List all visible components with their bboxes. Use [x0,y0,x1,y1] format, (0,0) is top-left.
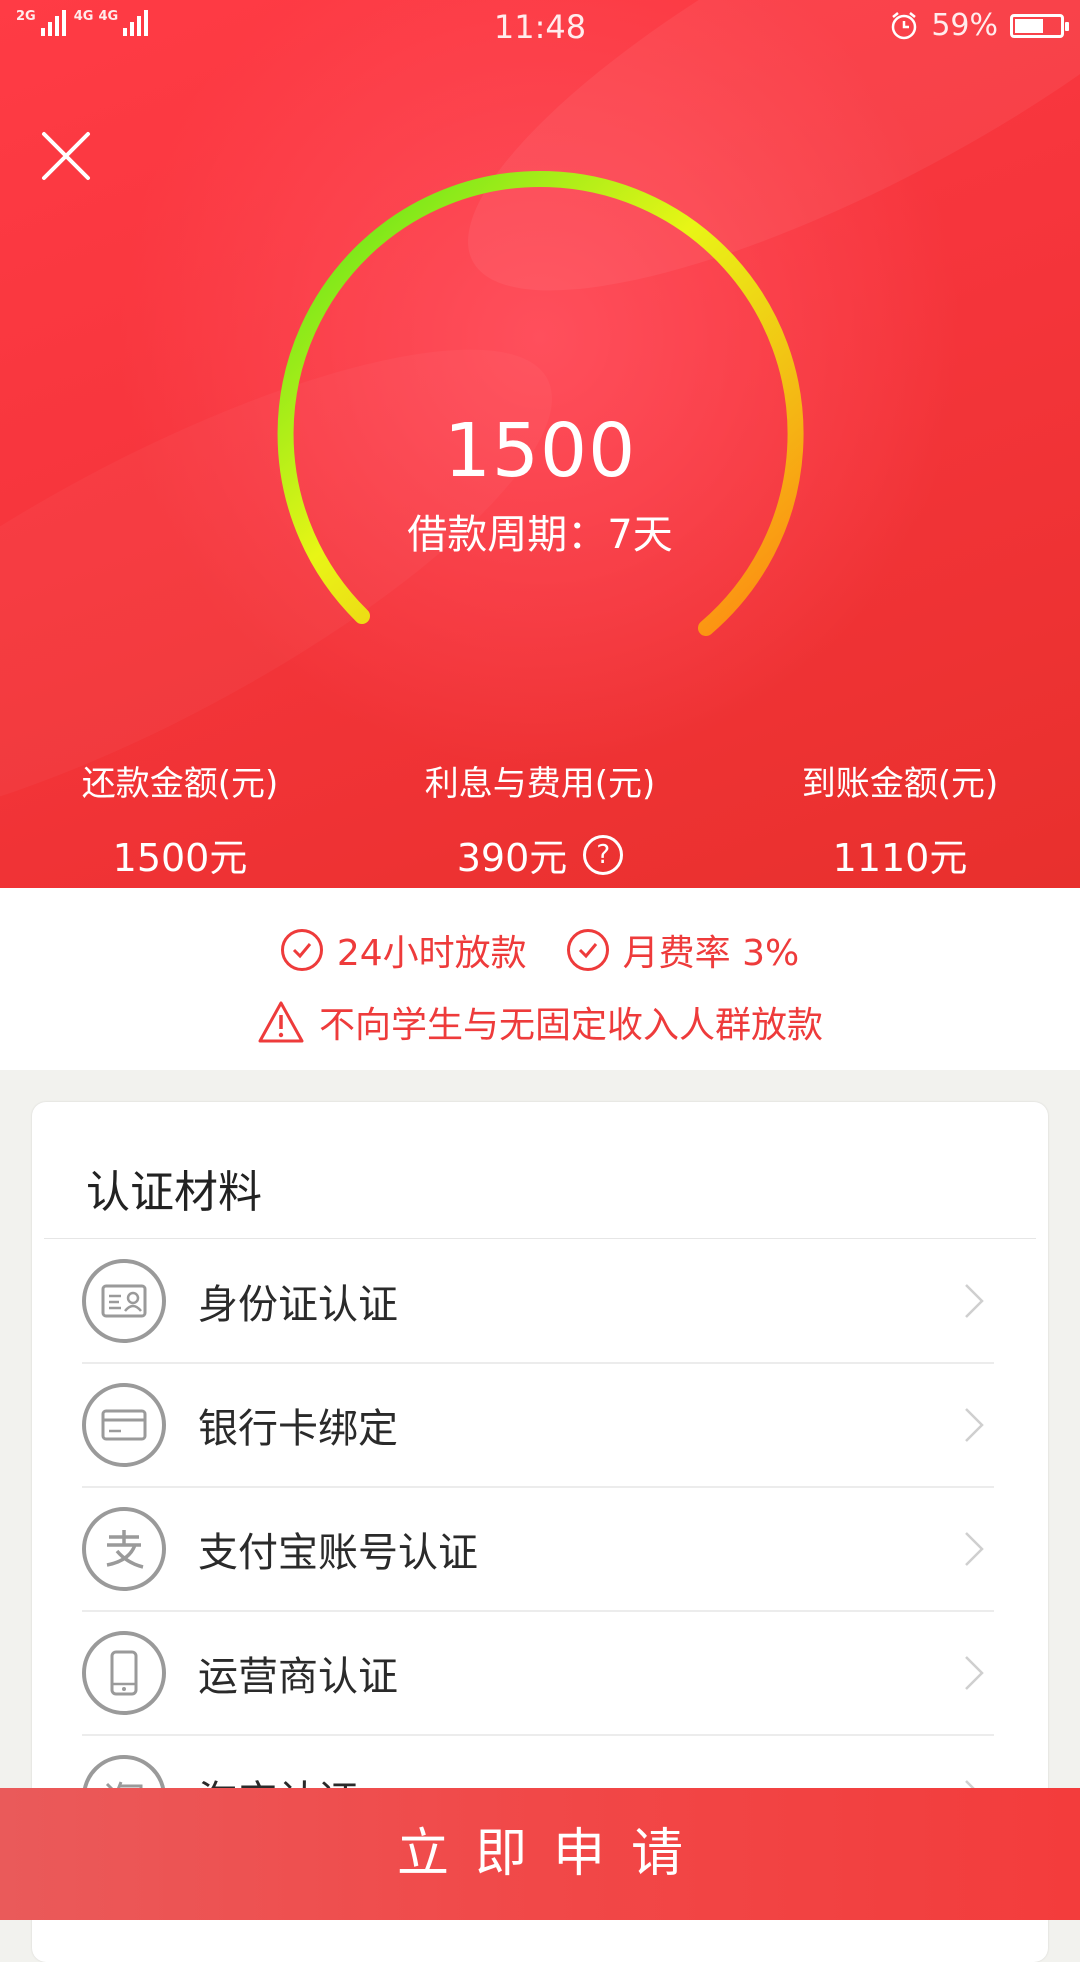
question-icon[interactable]: ? [583,834,624,875]
verify-item-alipay[interactable]: 支付宝账号认证 [82,1488,994,1610]
stat-label: 利息与费用(元) [424,764,656,804]
stat-value: 1500元 [112,836,248,880]
stat-label: 还款金额(元) [81,764,279,804]
chevron-right-icon [965,1284,984,1318]
id-card-icon [82,1259,166,1343]
verify-item-bank-card[interactable]: 银行卡绑定 [82,1364,994,1486]
feature-24h: 24小时放款 [336,933,527,974]
loan-period: 借款周期：7天 [0,502,1080,560]
verify-item-label: 银行卡绑定 [198,1406,398,1452]
warning-text: 不向学生与无固定收入人群放款 [318,1005,823,1046]
alipay-icon [82,1507,166,1591]
loan-amount-gauge[interactable] [0,0,1080,700]
warning-row: 不向学生与无固定收入人群放款 [0,996,1080,1048]
stat-label: 到账金额(元) [801,764,999,804]
phone-icon [82,1631,166,1715]
loan-period-label: 借款周期： [407,512,608,558]
chevron-right-icon [965,1532,984,1566]
chevron-right-icon [965,1656,984,1690]
loan-amount: 1500 [443,408,637,494]
warning-icon [258,1001,304,1043]
loan-summary: 还款金额(元) 1500元 利息与费用(元) 390元 ? 到账金额(元) 11… [0,756,1080,882]
repayment-amount: 还款金额(元) 1500元 [0,756,360,882]
check-icon [280,929,323,971]
apply-button[interactable]: 立即申请 [0,1788,1080,1920]
bank-card-icon [82,1383,166,1467]
verification-title: 认证材料 [86,1167,262,1218]
feature-row: 24小时放款 月费率 3% [0,924,1080,976]
verify-item-label: 身份证认证 [198,1282,398,1328]
verify-item-label: 支付宝账号认证 [198,1530,478,1576]
stat-value: 390元 [456,836,568,880]
interest-fees: 利息与费用(元) 390元 ? [360,756,720,882]
loan-notices: 24小时放款 月费率 3% 不向学生与无固定收入人群放款 [0,888,1080,1070]
loan-period-value: 7天 [607,512,673,558]
loan-hero: 2G 4G 4G 11:48 59% 1500 借款周期：7天 还款金额(元) … [0,0,1080,888]
chevron-right-icon [965,1408,984,1442]
verify-item-label: 运营商认证 [198,1654,398,1700]
verify-item-id-card[interactable]: 身份证认证 [82,1240,994,1362]
check-icon [566,929,609,971]
verify-item-carrier[interactable]: 运营商认证 [82,1612,994,1734]
received-amount: 到账金额(元) 1110元 [720,756,1080,882]
divider [44,1238,1036,1239]
feature-monthly-rate: 月费率 3% [622,933,800,974]
stat-value: 1110元 [832,836,968,880]
